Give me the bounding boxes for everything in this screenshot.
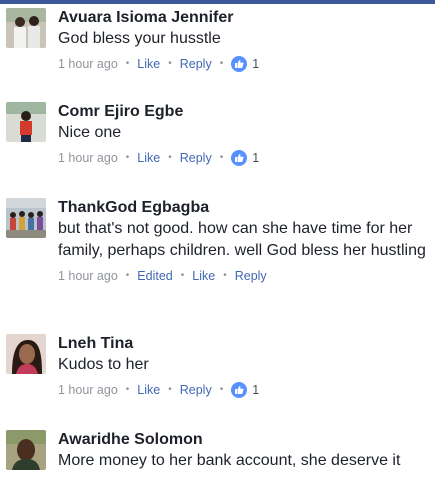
separator: • bbox=[219, 384, 224, 395]
thumbs-up-icon[interactable] bbox=[231, 150, 248, 166]
avatar[interactable] bbox=[6, 8, 46, 48]
thumbs-up-icon[interactable] bbox=[231, 56, 248, 72]
reply-link[interactable]: Reply bbox=[180, 56, 212, 72]
like-link[interactable]: Like bbox=[137, 56, 160, 72]
thumbs-up-icon[interactable] bbox=[231, 382, 248, 398]
comment-meta: 1 hour ago • Like • Reply • 1 bbox=[58, 56, 433, 72]
commenter-name[interactable]: Comr Ejiro Egbe bbox=[58, 102, 433, 122]
reply-link[interactable]: Reply bbox=[180, 382, 212, 398]
commenter-name[interactable]: Avuara Isioma Jennifer bbox=[58, 8, 433, 28]
comment-text: Kudos to her bbox=[58, 356, 149, 373]
reply-link[interactable]: Reply bbox=[180, 150, 212, 166]
separator: • bbox=[125, 270, 130, 281]
commenter-name[interactable]: ThankGod Egbagba bbox=[58, 198, 433, 218]
avatar[interactable] bbox=[6, 334, 46, 374]
comment-text: More money to her bank account, she dese… bbox=[58, 452, 401, 469]
separator: • bbox=[219, 152, 224, 163]
reaction-count[interactable]: 1 bbox=[252, 150, 259, 166]
timestamp[interactable]: 1 hour ago bbox=[58, 56, 118, 72]
comment-text: God bless your husstle bbox=[58, 30, 221, 47]
comment-meta: 1 hour ago • Like • Reply • 1 bbox=[58, 382, 433, 398]
avatar[interactable] bbox=[6, 198, 46, 238]
like-link[interactable]: Like bbox=[137, 150, 160, 166]
like-link[interactable]: Like bbox=[192, 268, 215, 284]
avatar[interactable] bbox=[6, 102, 46, 142]
reaction-count[interactable]: 1 bbox=[252, 382, 259, 398]
separator: • bbox=[125, 152, 130, 163]
comment-meta: 1 hour ago • Like • Reply • 1 bbox=[58, 150, 433, 166]
comment-meta: 1 hour ago • Edited • Like • Reply bbox=[58, 268, 433, 284]
avatar[interactable] bbox=[6, 430, 46, 470]
top-bar bbox=[0, 0, 435, 4]
like-link[interactable]: Like bbox=[137, 382, 160, 398]
comment-text: but that's not good. how can she have ti… bbox=[58, 220, 426, 259]
comment-text: Nice one bbox=[58, 124, 122, 141]
separator: • bbox=[219, 58, 224, 69]
reply-link[interactable]: Reply bbox=[235, 268, 267, 284]
commenter-name[interactable]: Lneh Tina bbox=[58, 334, 433, 354]
reaction-count[interactable]: 1 bbox=[252, 56, 259, 72]
separator: • bbox=[125, 384, 130, 395]
separator: • bbox=[168, 58, 172, 69]
separator: • bbox=[168, 384, 172, 395]
timestamp[interactable]: 1 hour ago bbox=[58, 382, 118, 398]
separator: • bbox=[223, 270, 227, 281]
timestamp[interactable]: 1 hour ago bbox=[58, 268, 118, 284]
edited-link[interactable]: Edited bbox=[137, 268, 172, 284]
separator: • bbox=[168, 152, 172, 163]
timestamp[interactable]: 1 hour ago bbox=[58, 150, 118, 166]
separator: • bbox=[125, 58, 130, 69]
separator: • bbox=[180, 270, 185, 281]
commenter-name[interactable]: Awaridhe Solomon bbox=[58, 430, 433, 450]
